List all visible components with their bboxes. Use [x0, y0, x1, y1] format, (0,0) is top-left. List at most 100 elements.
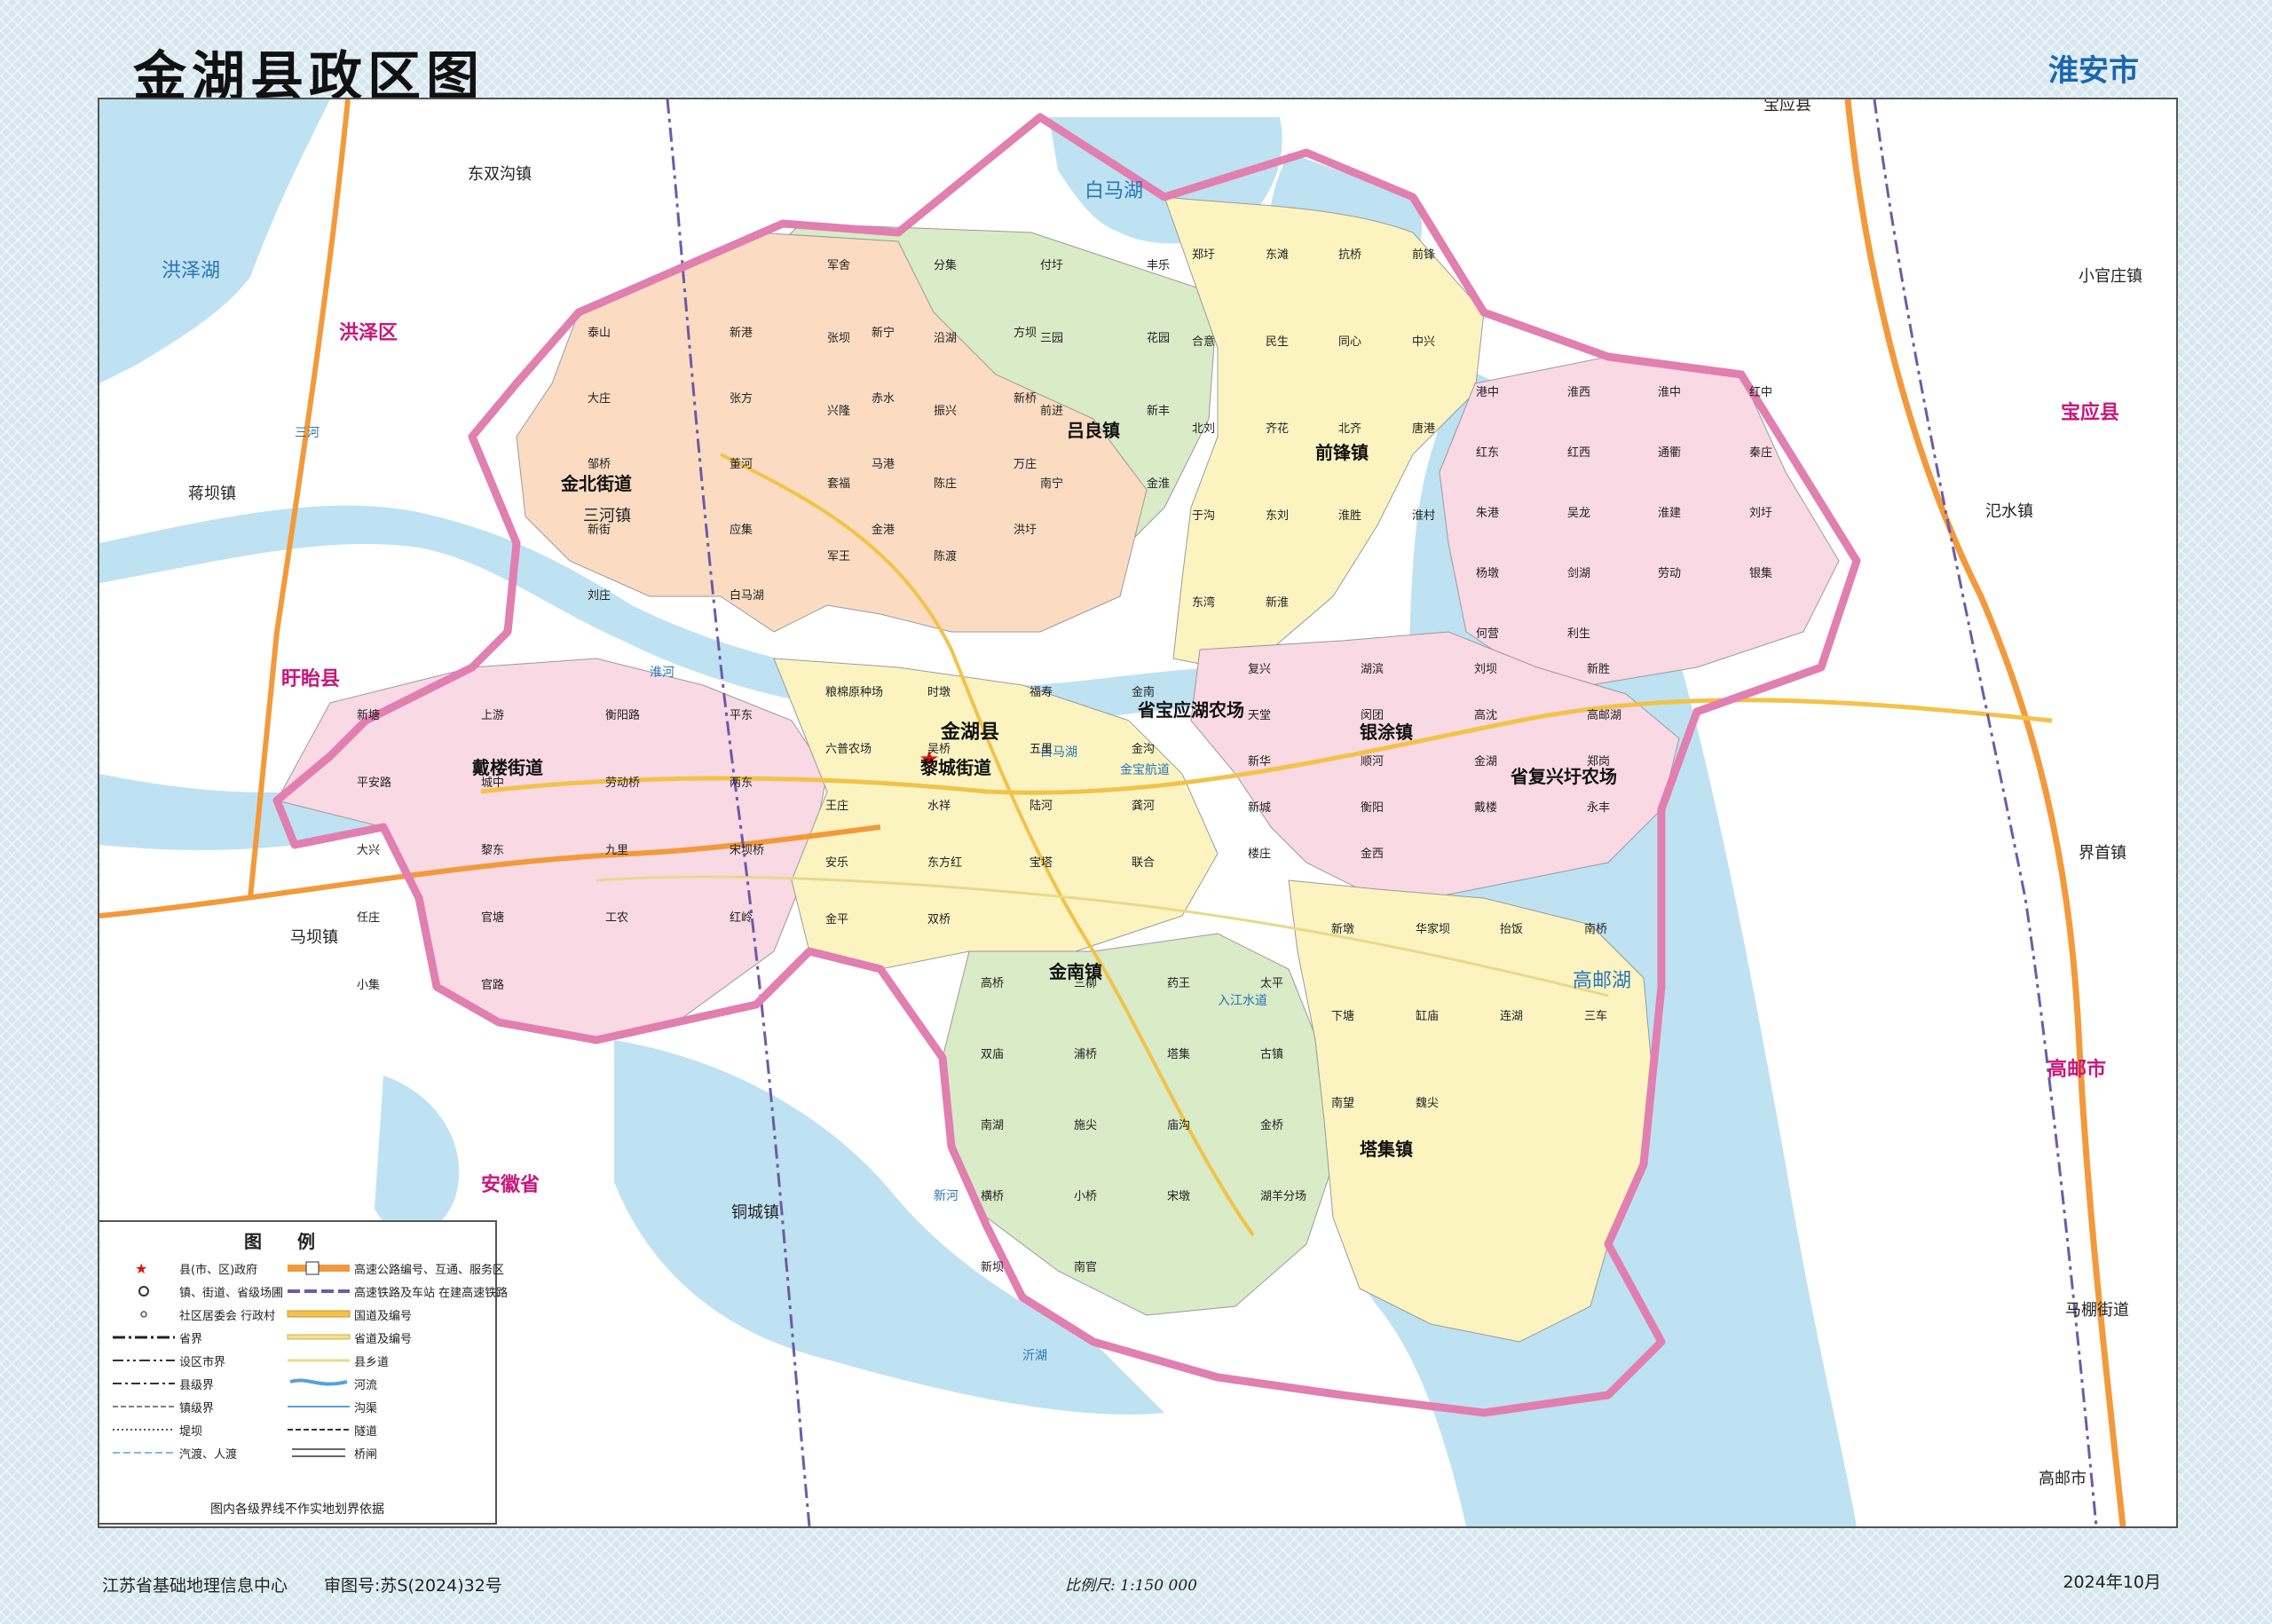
village-label: 湖滨: [1361, 662, 1384, 676]
legend-item: 镇、街道、省级场圃: [179, 1286, 284, 1300]
outside-place-label: 界首镇: [2079, 844, 2126, 863]
village-label: 楼庄: [1248, 847, 1271, 861]
village-label: 龚河: [1132, 800, 1155, 813]
village-label: 南望: [1331, 1096, 1354, 1110]
river-label: 入江水道: [1218, 994, 1267, 1008]
neighbor-region-label: 盱眙县: [281, 667, 340, 690]
river-label: 淮河: [650, 666, 674, 680]
village-label: 永丰: [1587, 801, 1610, 815]
village-label: 城中: [481, 777, 504, 790]
county-seat-icon: ★: [135, 1260, 147, 1277]
village-label: 套福: [827, 477, 850, 491]
town-label: 吕良镇: [1067, 420, 1120, 441]
legend-left-column: ★ 县(市、区)政府 镇、街道、省级场圃 社区居委会 行政村 省界 设区市界 县级…: [108, 1257, 283, 1464]
village-label: 红东: [1476, 445, 1499, 460]
highway-icon: [288, 1261, 351, 1275]
village-label: 劳动: [1658, 566, 1681, 580]
village-label: 花园: [1147, 331, 1170, 345]
town-label: 塔集镇: [1360, 1139, 1413, 1160]
village-label: 陈庄: [934, 477, 957, 491]
village-label: 新丰: [1147, 404, 1170, 418]
village-label: 高桥: [981, 976, 1004, 990]
bridge-icon: [292, 1448, 346, 1457]
village-label: 兴隆: [827, 405, 850, 418]
legend-item: 县(市、区)政府: [179, 1263, 258, 1277]
outside-place-label: 铜城镇: [731, 1203, 779, 1222]
village-label: 宋墩: [1167, 1190, 1190, 1203]
zone-taji: [1288, 879, 1653, 1343]
outside-place-label: 氾水镇: [1985, 502, 2033, 521]
village-label: 赤水: [872, 392, 895, 406]
village-label: 秦庄: [1749, 445, 1772, 460]
lake-label: 白马湖: [1085, 180, 1143, 202]
village-label: 淮中: [1658, 386, 1681, 399]
village-label: 水祥: [927, 800, 951, 813]
village-label: 朱港: [1476, 507, 1499, 520]
ferry-icon: [113, 1452, 175, 1454]
village-label: 药王: [1167, 977, 1190, 990]
legend-right-column: 高速公路编号、互通、服务区 高速铁路及车站 在建高速铁路 国道及编号 省道及编号…: [283, 1257, 508, 1464]
village-label: 北齐: [1338, 422, 1361, 436]
legend-item: 设区市界: [179, 1355, 226, 1369]
legend-item: 高速公路编号、互通、服务区: [354, 1263, 505, 1277]
tunnel-icon: [288, 1429, 351, 1431]
village-label: 抬饭: [1500, 923, 1523, 936]
village-label: 新城: [1248, 800, 1271, 815]
provincial-road-icon: [287, 1334, 351, 1340]
town-icon: [138, 1286, 149, 1297]
village-label: 银集: [1749, 566, 1772, 580]
province-border-icon: [113, 1336, 175, 1339]
legend-item: 高速铁路及车站 在建高速铁路: [354, 1286, 509, 1300]
village-label: 闵团: [1361, 709, 1384, 722]
village-label: 沿湖: [934, 332, 957, 345]
village-label: 两东: [730, 777, 753, 790]
village-label: 董河: [730, 458, 753, 471]
village-label: 白马湖: [730, 588, 764, 603]
village-label: 丰乐: [1147, 259, 1170, 272]
village-label: 淮村: [1412, 509, 1435, 523]
hongze-lake: [99, 99, 330, 383]
village-label: 于沟: [1192, 509, 1215, 523]
footer-scale: 比例尺: 1:150 000: [1065, 1577, 1197, 1595]
village-label: 应集: [730, 523, 753, 537]
village-label: 淮胜: [1338, 509, 1361, 523]
village-label: 联合: [1132, 856, 1155, 870]
town-border-icon: [113, 1406, 175, 1407]
village-label: 塔集: [1167, 1047, 1190, 1061]
village-label: 大庄: [588, 391, 611, 406]
outside-place-label: 小官庄镇: [2079, 267, 2142, 286]
village-label: 新宁: [872, 326, 895, 340]
village-label: 工农: [605, 911, 628, 925]
legend-item: 汽渡、人渡: [179, 1447, 238, 1462]
village-label: 唐港: [1412, 422, 1435, 436]
river-label: 沂湖: [1022, 1349, 1047, 1363]
village-label: 衡阳路: [605, 708, 640, 722]
village-label: 南湖: [981, 1118, 1004, 1132]
outside-place-label: 蒋坝镇: [188, 485, 236, 503]
village-label: 湖羊分场: [1260, 1189, 1306, 1203]
village-label: 南桥: [1584, 922, 1607, 936]
legend-item: 国道及编号: [354, 1309, 413, 1323]
village-label: 新街: [588, 523, 611, 537]
county-road-icon: [288, 1359, 351, 1362]
village-label: 五里: [1030, 743, 1053, 756]
village-label: 金湖: [1474, 754, 1497, 769]
legend-item: 县乡道: [354, 1355, 390, 1369]
village-label: 抗桥: [1338, 248, 1361, 262]
village-label: 缸庙: [1416, 1009, 1439, 1023]
map-legend: 图例 ★ 县(市、区)政府 镇、街道、省级场圃 社区居委会 行政村 省界 设区市界…: [98, 1220, 508, 1525]
city-border-icon: [113, 1360, 175, 1361]
village-label: 复兴: [1248, 663, 1271, 676]
county-seat-label: 金湖县: [940, 721, 999, 744]
village-label: 杨墩: [1476, 567, 1499, 580]
village-label: 北刘: [1192, 422, 1215, 436]
neighbor-region-label: 高邮市: [2047, 1058, 2106, 1081]
village-label: 张坝: [827, 332, 850, 345]
village-label: 古镇: [1260, 1048, 1283, 1061]
town-label: 戴楼街道: [472, 757, 543, 778]
railway-east: [1873, 99, 2098, 1526]
village-label: 浦桥: [1074, 1048, 1097, 1061]
village-label: 泰山: [588, 327, 611, 340]
village-label: 分集: [934, 258, 957, 272]
legend-item: 省道及编号: [354, 1332, 413, 1346]
